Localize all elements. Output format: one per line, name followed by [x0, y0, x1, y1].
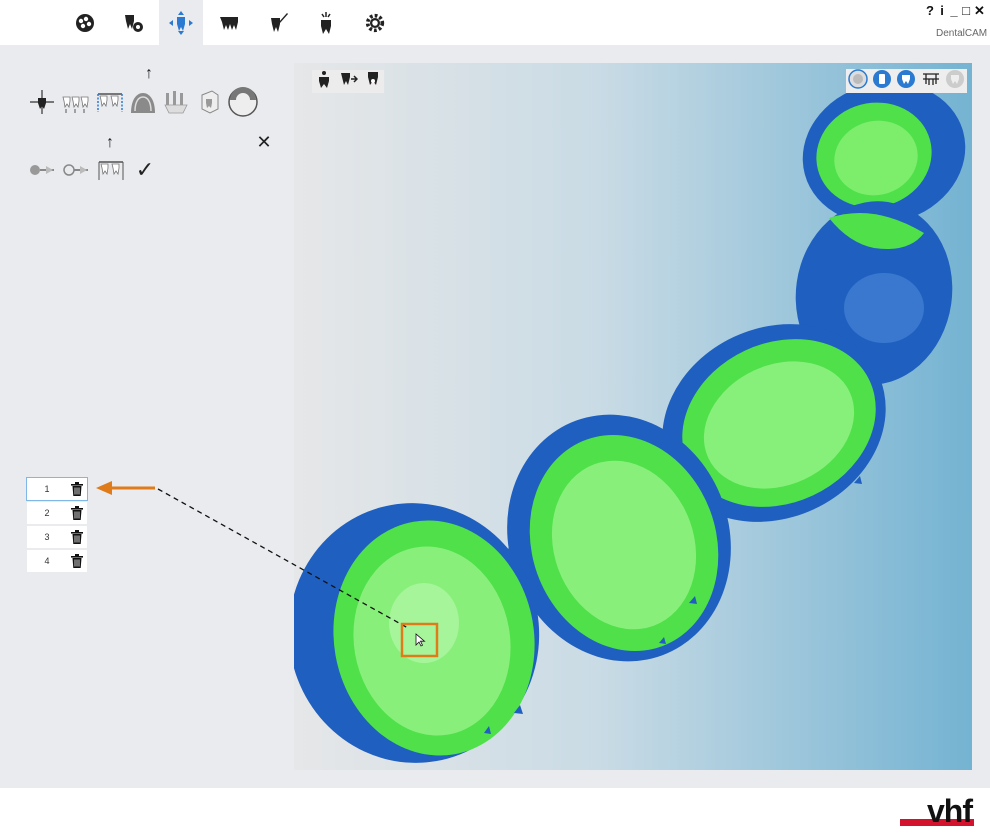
list-item[interactable]: 3 — [27, 526, 87, 548]
view-inner-icon[interactable] — [896, 69, 916, 94]
trash-icon[interactable] — [67, 506, 87, 520]
dentalcam-window: ? i _ □ ✕ DentalCAM ↑ ↑ ✕ ✓ 1 2 3 4 vhf — [0, 0, 990, 834]
close-panel-button[interactable]: ✕ — [252, 131, 276, 153]
up-arrow-button-2[interactable]: ↑ — [96, 134, 124, 152]
window-controls: ? i _ □ ✕ — [926, 3, 985, 19]
bottom-bar — [0, 788, 990, 834]
up-arrow-button[interactable]: ↑ — [128, 65, 170, 83]
minimize-button[interactable]: _ — [950, 3, 958, 19]
tooth-view-icon[interactable] — [316, 70, 332, 93]
list-item[interactable]: 2 — [27, 502, 87, 524]
main-toolbar: ? i _ □ ✕ DentalCAM — [0, 0, 990, 45]
list-item-number: 4 — [44, 556, 50, 566]
tooth-next-icon[interactable] — [340, 71, 359, 92]
trash-icon[interactable] — [67, 554, 87, 568]
list-item-number: 2 — [44, 508, 50, 518]
vhf-logo: vhf — [900, 793, 974, 829]
confirm-button[interactable]: ✓ — [131, 156, 159, 184]
logo-text: vhf — [927, 793, 973, 829]
maximize-button[interactable]: □ — [962, 3, 970, 19]
list-item[interactable]: 4 — [27, 550, 87, 572]
settings-icon[interactable] — [353, 0, 397, 45]
job-icon[interactable] — [63, 0, 107, 45]
help-button[interactable]: ? — [926, 3, 934, 19]
dental-model — [294, 82, 966, 763]
view-front-icon[interactable] — [872, 69, 892, 94]
trash-icon[interactable] — [67, 530, 87, 544]
sprue-icon[interactable] — [28, 158, 58, 182]
view-all-icon[interactable] — [848, 68, 868, 94]
view-connectors-icon[interactable] — [921, 69, 941, 94]
viewport-view-toolbar — [846, 68, 967, 94]
list-item[interactable]: 1 — [26, 477, 88, 501]
rotate-object-icon[interactable] — [28, 88, 56, 116]
connector-icon[interactable] — [128, 88, 158, 116]
sprue-alt-icon[interactable] — [62, 158, 92, 182]
positioning-icon[interactable] — [159, 0, 203, 45]
material-icon[interactable] — [111, 0, 155, 45]
3d-viewport[interactable] — [294, 63, 972, 770]
calculation-icon[interactable] — [304, 0, 348, 45]
sprue-add-icon[interactable] — [95, 155, 127, 185]
restoration-icon[interactable] — [207, 0, 251, 45]
blank-icon[interactable] — [196, 88, 224, 116]
app-brand: DentalCAM — [936, 28, 988, 39]
view-blank-icon[interactable] — [945, 69, 965, 94]
tooth-sprue-icon[interactable] — [366, 70, 380, 93]
trash-icon[interactable] — [67, 482, 87, 496]
list-item-number: 3 — [44, 532, 50, 542]
viewport-top-toolbar — [312, 70, 384, 93]
tool-icon[interactable] — [256, 0, 300, 45]
move-object-icon[interactable] — [60, 88, 92, 116]
info-button[interactable]: i — [938, 3, 946, 19]
support-icon[interactable] — [162, 88, 192, 116]
list-item-number: 1 — [44, 484, 50, 494]
close-button[interactable]: ✕ — [974, 3, 985, 19]
blank-section-icon[interactable] — [227, 86, 259, 118]
sinter-frame-icon[interactable] — [94, 88, 126, 116]
object-list: 1 2 3 4 — [26, 477, 88, 574]
